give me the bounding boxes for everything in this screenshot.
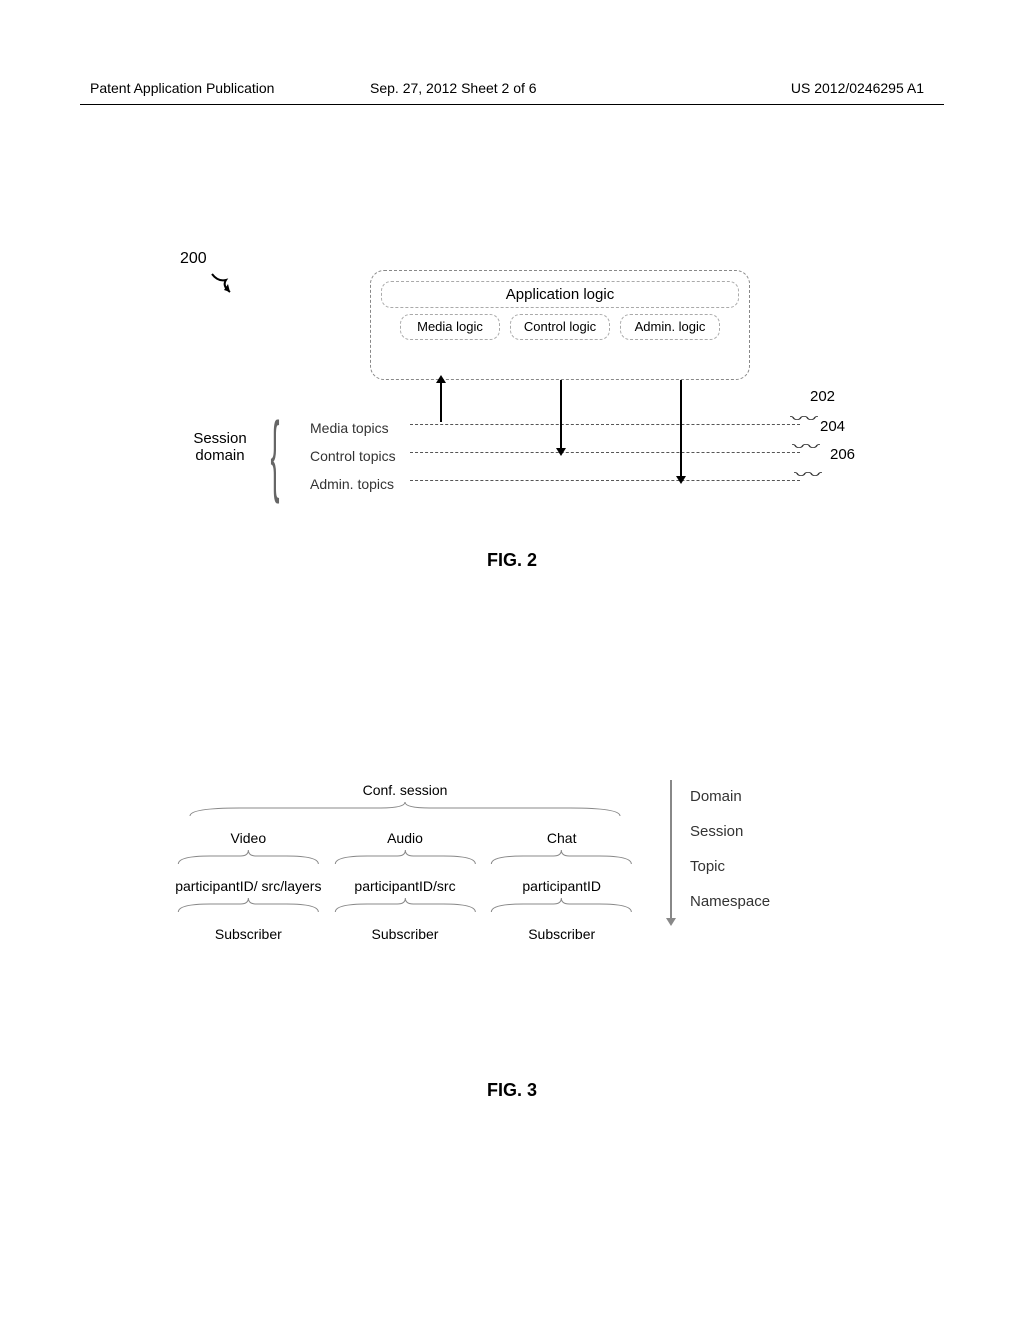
level-domain: Domain: [690, 788, 850, 805]
application-logic-box: Application logic Media logic Control lo…: [370, 270, 750, 380]
header-rule: [80, 104, 944, 105]
logic-row: Media logic Control logic Admin. logic: [381, 314, 739, 340]
session-domain-label: Session domain: [185, 430, 255, 464]
namespace-row: participantID/ src/layers participantID/…: [170, 874, 640, 898]
figure-2: 200 Application logic Media logic Contro…: [160, 250, 860, 560]
chat-node: Chat: [483, 826, 640, 850]
brace-icon: [170, 898, 327, 914]
brace-icon: [170, 802, 640, 818]
page-header: Patent Application Publication Sep. 27, …: [0, 80, 1024, 100]
video-node: Video: [170, 826, 327, 850]
arrow-icon: [208, 270, 240, 302]
ref-206: 206: [830, 446, 855, 463]
brace-icon: [483, 898, 640, 914]
brace-icon: [327, 898, 484, 914]
brace-row: [170, 898, 640, 914]
brace-icon: [170, 850, 327, 866]
figure-2-caption: FIG. 2: [0, 550, 1024, 571]
ref-200: 200: [180, 250, 207, 268]
subscriber-node: Subscriber: [327, 922, 484, 946]
topic-labels: Media topics Control topics Admin. topic…: [310, 414, 396, 498]
control-logic-box: Control logic: [510, 314, 610, 340]
figure-3-caption: FIG. 3: [0, 1080, 1024, 1101]
tree-column: Conf. session Video Audio Chat participa…: [170, 770, 640, 946]
audio-node: Audio: [327, 826, 484, 850]
hierarchy-legend: Domain Session Topic Namespace: [690, 770, 850, 928]
lead-line-icon: 〰: [790, 408, 818, 428]
admin-topic-line: [410, 480, 800, 481]
level-session: Session: [690, 823, 850, 840]
level-namespace: Namespace: [690, 893, 850, 910]
chat-ns-node: participantID: [483, 874, 640, 898]
subscriber-row: Subscriber Subscriber Subscriber: [170, 922, 640, 946]
subscriber-node: Subscriber: [170, 922, 327, 946]
topic-row: Video Audio Chat: [170, 826, 640, 850]
arrowhead-down-icon: [676, 476, 686, 484]
admin-topics-label: Admin. topics: [310, 470, 396, 498]
conf-session-node: Conf. session: [170, 778, 640, 802]
hierarchy-arrow: [670, 780, 672, 920]
arrowhead-down-icon: [556, 448, 566, 456]
brace-icon: {: [271, 410, 280, 500]
arrow-admin: [680, 380, 682, 478]
header-center: Sep. 27, 2012 Sheet 2 of 6: [370, 80, 537, 96]
brace-icon: [483, 850, 640, 866]
ref-204: 204: [820, 418, 845, 435]
video-ns-node: participantID/ src/layers: [170, 874, 327, 898]
arrowhead-up-icon: [436, 375, 446, 383]
lead-line-icon: 〰: [794, 464, 822, 484]
level-topic: Topic: [690, 858, 850, 875]
subscriber-node: Subscriber: [483, 922, 640, 946]
control-topics-label: Control topics: [310, 442, 396, 470]
arrowhead-down-icon: [666, 918, 676, 926]
patent-page: Patent Application Publication Sep. 27, …: [0, 0, 1024, 1320]
figure-3: Conf. session Video Audio Chat participa…: [150, 770, 870, 1070]
admin-logic-box: Admin. logic: [620, 314, 720, 340]
brace-icon: [327, 850, 484, 866]
arrow-control: [560, 380, 562, 450]
header-left: Patent Application Publication: [90, 80, 274, 96]
audio-ns-node: participantID/src: [327, 874, 484, 898]
ref-202: 202: [810, 388, 835, 405]
arrow-media: [440, 380, 442, 422]
brace-row: [170, 850, 640, 866]
media-logic-box: Media logic: [400, 314, 500, 340]
media-topics-label: Media topics: [310, 414, 396, 442]
lead-line-icon: 〰: [792, 436, 820, 456]
media-topic-line: [410, 424, 800, 425]
header-right: US 2012/0246295 A1: [791, 80, 924, 96]
brace-row: [170, 802, 640, 818]
application-logic-title: Application logic: [381, 281, 739, 308]
control-topic-line: [410, 452, 800, 453]
